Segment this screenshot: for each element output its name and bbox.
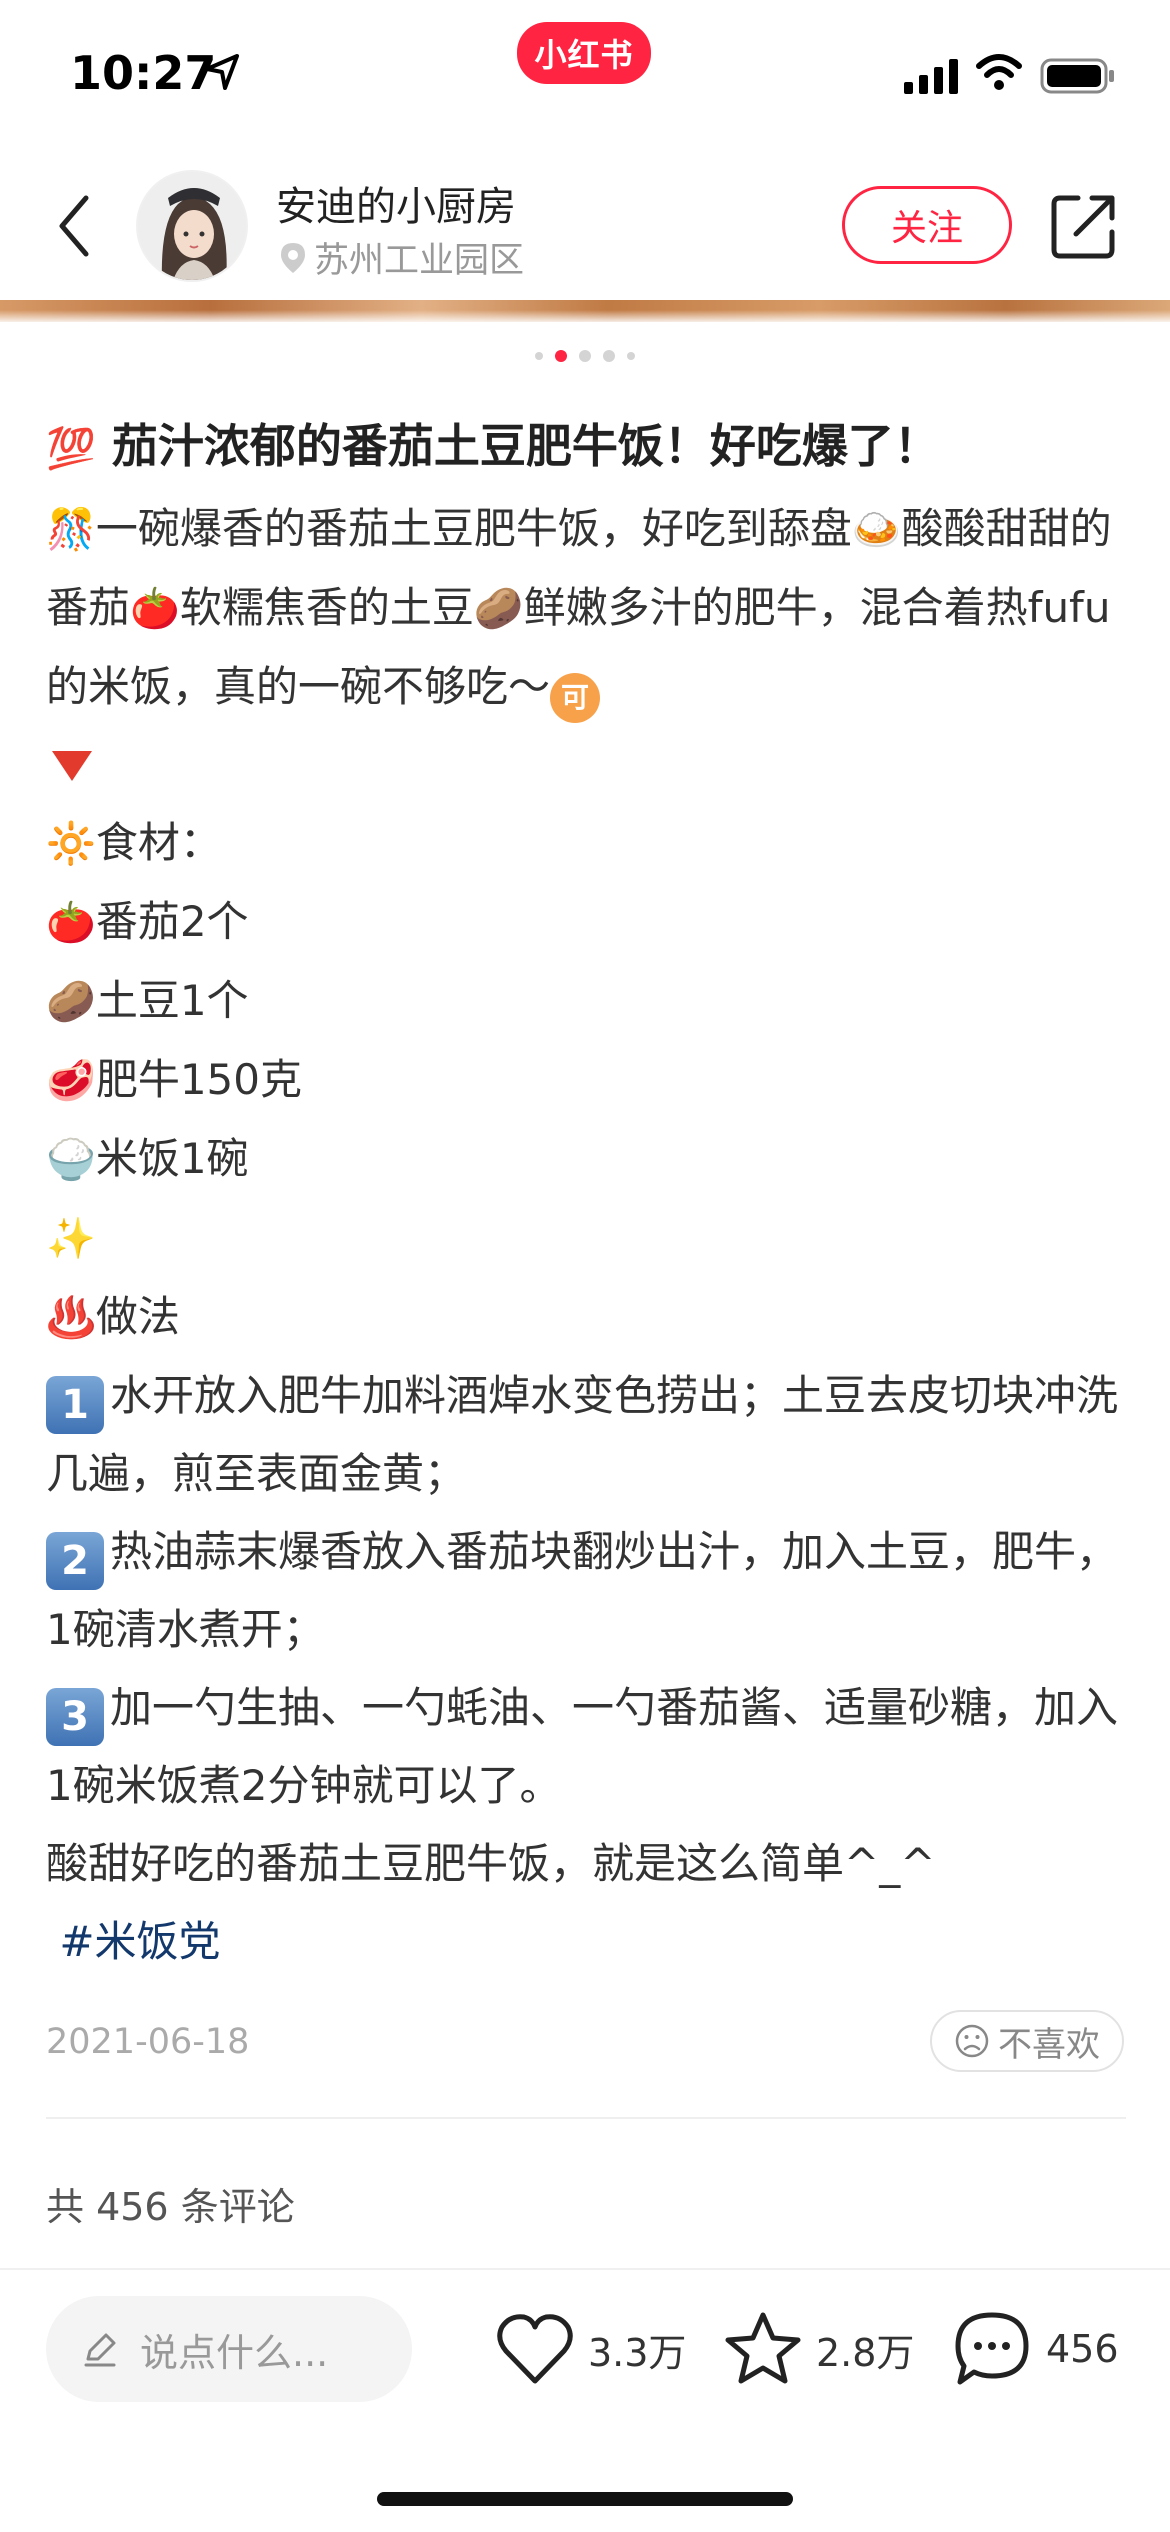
potato-icon: 🥔 [46,979,96,1025]
ingredient-text: 肥牛150克 [95,1055,302,1104]
ingredients-heading-text: 食材： [95,818,222,867]
ingredient-item: 🍅番茄2个 [46,883,1126,962]
avatar-illustration [138,172,246,280]
comment-input[interactable]: 说点什么... [46,2296,412,2402]
sparkles-icon: ✨ [46,1216,96,1262]
ke-badge-icon: 可 [550,673,601,723]
chevron-left-icon [59,195,89,257]
down-triangle-line [46,726,1126,804]
rice-bowl-icon: 🍚 [46,1137,96,1183]
status-time: 10:27 [70,46,217,100]
share-button[interactable] [1048,190,1120,262]
steak-icon: 🥩 [46,1058,96,1104]
curry-rice-icon: 🍛 [851,507,902,553]
comment-count-label: 共 456 条评论 [46,2185,295,2229]
intro-text-3: 软糯焦香的土豆 [179,583,474,632]
intro-text-1: 一碗爆香的番茄土豆肥牛饭，好吃到舔盘 [95,504,852,553]
method-step: 3 加一勺生抽、一勺蚝油、一勺番茄酱、适量砂糖，加入1碗米饭煮2分钟就可以了。 [46,1669,1126,1825]
home-indicator[interactable] [377,2492,793,2506]
author-avatar[interactable] [136,170,248,282]
red-triangle-down-icon [52,751,92,781]
cellular-signal-icon [904,59,958,94]
tomato-icon: 🍅 [130,586,180,632]
pencil-icon [84,2333,116,2367]
pager-dot-active [555,350,567,362]
location-pin-icon [281,242,305,273]
like-button[interactable]: 3.3万 [496,2304,686,2394]
pager-dot [603,350,615,362]
like-count: 3.3万 [588,2330,687,2375]
method-step: 2 热油蒜末爆香放入番茄块翻炒出汁，加入土豆，肥牛，1碗清水煮开； [46,1513,1126,1669]
star-icon [725,2312,801,2384]
ingredient-item: 🍚米饭1碗 [46,1120,1126,1199]
bottom-action-bar: 说点什么... 3.3万 2.8万 456 [0,2268,1170,2532]
comment-count: 456 [1046,2327,1119,2371]
status-bar: 10:27 小红书 [0,0,1170,150]
comment-input-placeholder: 说点什么... [140,2330,329,2375]
keycap-1-icon: 1 [46,1376,104,1434]
comment-button[interactable]: 456 [952,2304,1119,2394]
divider [46,2117,1126,2119]
step-text: 加一勺生抽、一勺蚝油、一勺番茄酱、适量砂糖，加入1碗米饭煮2分钟就可以了。 [46,1683,1119,1810]
battery-icon [1040,58,1114,94]
ingredients-heading: 🔆食材： [46,804,1126,883]
ingredient-item: 🥔土豆1个 [46,962,1126,1041]
hashtag-line: #米饭党 [46,1903,1126,1981]
comment-bubble-icon [955,2312,1029,2385]
app-logo-badge: 小红书 [517,22,651,84]
author-location-label: 苏州工业园区 [314,241,525,281]
post-date: 2021-06-18 [46,2022,250,2062]
dislike-label: 不喜欢 [998,2024,1100,2065]
back-button[interactable] [44,188,104,264]
sparkles-line: ✨ [46,1199,1126,1278]
tomato-icon: 🍅 [46,900,96,946]
method-step: 1 水开放入肥牛加料酒焯水变色捞出；土豆去皮切块冲洗几遍，煎至表面金黄； [46,1357,1126,1513]
step-text: 水开放入肥牛加料酒焯水变色捞出；土豆去皮切块冲洗几遍，煎至表面金黄； [46,1371,1119,1498]
post-body: 🎊一碗爆香的番茄土豆肥牛饭，好吃到舔盘🍛酸酸甜甜的番茄🍅软糯焦香的土豆🥔鲜嫩多汁… [46,490,1126,1981]
image-fade [0,310,1170,324]
share-icon [1051,195,1115,259]
closing-line: 酸甜好吃的番茄土豆肥牛饭，就是这么简单^_^ [46,1839,936,1888]
pager-dot [535,352,543,360]
dislike-button[interactable]: 不喜欢 [930,2010,1124,2072]
method-heading-text: 做法 [95,1292,180,1341]
location-arrow-icon [205,54,239,90]
favorite-count: 2.8万 [816,2330,915,2375]
post-content: 💯 茄汁浓郁的番茄土豆肥牛饭！好吃爆了！ 🎊一碗爆香的番茄土豆肥牛饭，好吃到舔盘… [46,405,1126,1981]
follow-button[interactable]: 关注 [842,186,1012,264]
sun-icon: 🔆 [46,821,96,867]
wifi-icon [976,54,1022,90]
pager-dot [579,350,591,362]
hot-springs-icon: ♨️ [46,1295,96,1341]
keycap-3-icon: 3 [46,1688,104,1746]
potato-icon: 🥔 [473,586,524,632]
step-text: 热油蒜末爆香放入番茄块翻炒出汁，加入土豆，肥牛，1碗清水煮开； [46,1527,1119,1654]
keycap-2-icon: 2 [46,1532,104,1590]
post-header: 安迪的小厨房 苏州工业园区 关注 [0,150,1170,300]
carousel-pager [0,350,1170,362]
sad-face-icon [955,2024,989,2058]
confetti-icon: 🎊 [46,507,96,553]
favorite-button[interactable]: 2.8万 [724,2304,914,2394]
author-name[interactable]: 安迪的小厨房 [276,174,516,232]
intro-paragraph: 🎊一碗爆香的番茄土豆肥牛饭，好吃到舔盘🍛酸酸甜甜的番茄🍅软糯焦香的土豆🥔鲜嫩多汁… [46,490,1126,726]
post-title-text: 茄汁浓郁的番茄土豆肥牛饭！好吃爆了！ [111,419,940,473]
hundred-points-icon: 💯 [46,426,96,472]
pager-dot [627,352,635,360]
method-heading: ♨️做法 [46,1278,1126,1357]
heart-icon [497,2314,573,2384]
hashtag-link[interactable]: #米饭党 [59,1917,220,1966]
ingredient-text: 米饭1碗 [95,1134,249,1183]
ingredient-text: 土豆1个 [95,976,249,1025]
author-location[interactable]: 苏州工业园区 [278,232,524,283]
ingredient-text: 番茄2个 [95,897,249,946]
ingredient-item: 🥩肥牛150克 [46,1041,1126,1120]
post-title: 💯 茄汁浓郁的番茄土豆肥牛饭！好吃爆了！ [46,405,1126,490]
